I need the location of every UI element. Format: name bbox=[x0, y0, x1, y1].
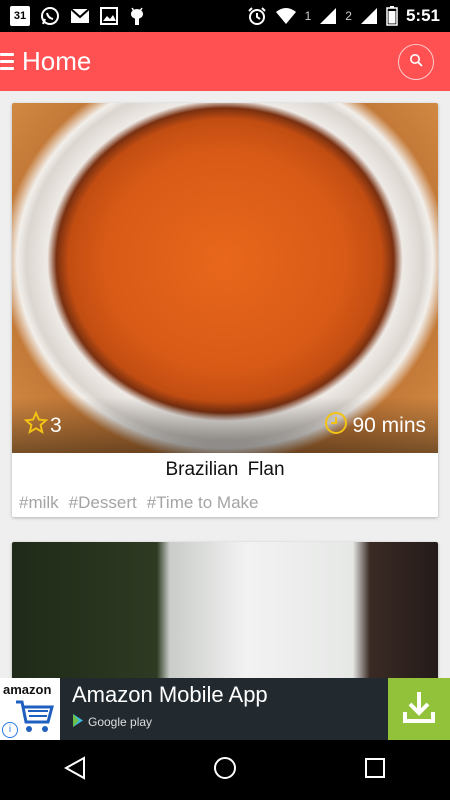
battery-icon bbox=[386, 6, 398, 26]
recipe-feed[interactable]: 3 90 mins Brazilian Flan #milk #Dessert … bbox=[0, 91, 450, 678]
star-icon bbox=[23, 410, 49, 441]
google-play-badge: Google play bbox=[72, 714, 152, 730]
ad-banner[interactable]: amazon i Amazon Mobile App Google play bbox=[0, 678, 450, 740]
rating-value: 3 bbox=[50, 414, 62, 437]
amazon-logo-text: amazon bbox=[3, 682, 52, 697]
status-bar: 31 1 2 5:51 bbox=[0, 0, 450, 32]
download-button[interactable] bbox=[388, 678, 450, 740]
recipe-tags: #milk #Dessert #Time to Make bbox=[12, 493, 438, 513]
sim1-label: 1 bbox=[304, 9, 312, 23]
wifi-icon bbox=[275, 7, 297, 25]
ad-title[interactable]: Amazon Mobile App bbox=[72, 682, 268, 708]
clock: 5:51 bbox=[405, 6, 440, 25]
navigation-bar bbox=[0, 740, 450, 800]
alarm-icon bbox=[247, 6, 267, 26]
whatsapp-icon bbox=[40, 6, 60, 26]
gmail-icon bbox=[70, 8, 90, 24]
cook-time-value: 90 mins bbox=[352, 414, 426, 437]
recipe-image[interactable] bbox=[12, 542, 438, 678]
clock-icon bbox=[324, 411, 348, 441]
page-title: Home bbox=[22, 46, 92, 76]
tag[interactable]: #Dessert bbox=[69, 493, 137, 513]
ad-info-icon[interactable]: i bbox=[2, 722, 18, 738]
home-icon bbox=[213, 756, 237, 785]
google-play-label: Google play bbox=[88, 715, 153, 729]
gallery-icon bbox=[100, 7, 118, 25]
recipe-image[interactable]: 3 90 mins bbox=[12, 103, 438, 453]
rating: 3 bbox=[23, 410, 62, 441]
recipe-title[interactable]: Brazilian Flan bbox=[12, 459, 438, 481]
download-icon bbox=[400, 688, 438, 731]
recents-icon bbox=[364, 757, 386, 784]
search-icon bbox=[409, 53, 423, 72]
calendar-icon: 31 bbox=[10, 6, 30, 26]
tag[interactable]: #Time to Make bbox=[147, 493, 259, 513]
back-button[interactable] bbox=[55, 750, 95, 790]
google-play-icon bbox=[72, 714, 84, 730]
back-icon bbox=[63, 755, 86, 785]
app-bar: Home bbox=[0, 32, 450, 91]
signal-icon bbox=[319, 7, 337, 25]
sim2-label: 2 bbox=[345, 9, 352, 23]
recipe-card[interactable]: 3 90 mins Brazilian Flan #milk #Dessert … bbox=[12, 103, 438, 517]
android-debug-icon bbox=[128, 6, 146, 26]
signal-icon bbox=[360, 7, 378, 25]
cart-icon bbox=[14, 698, 54, 739]
menu-icon[interactable] bbox=[0, 53, 14, 70]
cook-time: 90 mins bbox=[324, 411, 426, 441]
home-button[interactable] bbox=[205, 750, 245, 790]
recents-button[interactable] bbox=[355, 750, 395, 790]
search-button[interactable] bbox=[398, 44, 434, 80]
amazon-logo[interactable]: amazon i bbox=[0, 678, 60, 740]
tag[interactable]: #milk bbox=[19, 493, 59, 513]
recipe-card[interactable] bbox=[12, 542, 438, 678]
